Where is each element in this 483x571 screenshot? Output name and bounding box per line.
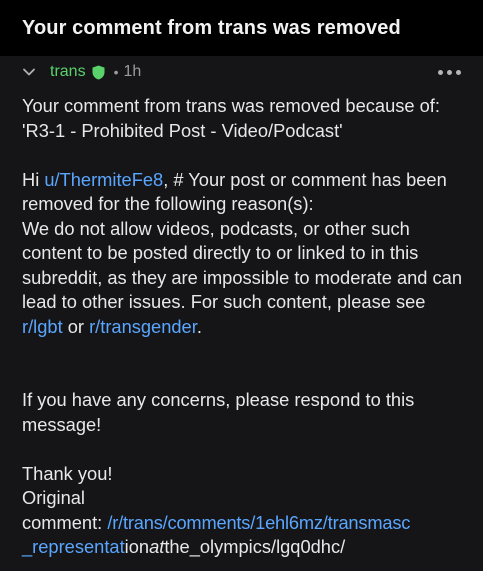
shield-icon <box>92 65 105 80</box>
page-header: Your comment from trans was removed <box>0 0 483 56</box>
message-meta: trans • 1h <box>22 60 461 84</box>
timestamp: 1h <box>123 63 142 80</box>
message-card: trans • 1h Your comment from trans was r… <box>0 56 483 571</box>
subreddit-link-lgbt[interactable]: r/lgbt <box>22 316 63 337</box>
meta-separator: • <box>113 64 119 80</box>
more-options-icon[interactable] <box>438 69 461 75</box>
removal-reason: Hi u/ThermiteFe8, # Your post or comment… <box>22 168 463 337</box>
chevron-down-icon[interactable] <box>22 65 36 79</box>
subreddit-link-transgender[interactable]: r/transgender <box>89 316 197 337</box>
page-title: Your comment from trans was removed <box>22 16 401 39</box>
original-comment-link-cont[interactable]: _representat <box>22 536 125 557</box>
original-comment: comment: /r/trans/comments/1ehl6mz/trans… <box>22 511 411 558</box>
author-name[interactable]: trans <box>50 63 86 81</box>
removal-intro: Your comment from trans was removed beca… <box>22 95 440 141</box>
user-link[interactable]: u/ThermiteFe8 <box>44 169 163 190</box>
original-comment-link[interactable]: /r/trans/comments/1ehl6mz/transmasc <box>107 512 410 533</box>
message-body: Your comment from trans was removed beca… <box>22 94 467 560</box>
original-label: Original <box>22 487 85 508</box>
concerns-text: If you have any concerns, please respond… <box>22 389 415 435</box>
thanks-text: Thank you! <box>22 462 113 484</box>
